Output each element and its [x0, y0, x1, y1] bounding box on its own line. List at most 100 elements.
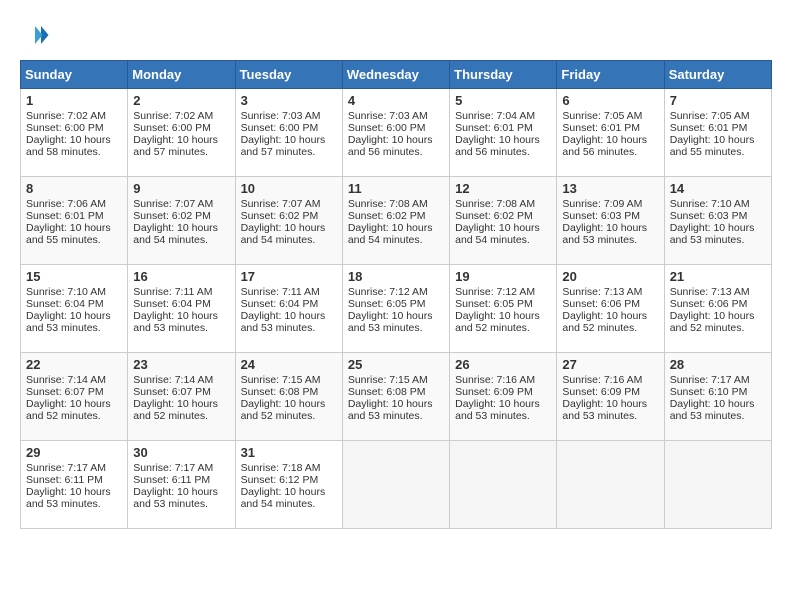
sunset-text: Sunset: 6:07 PM [133, 386, 211, 398]
calendar-cell: 24Sunrise: 7:15 AMSunset: 6:08 PMDayligh… [235, 353, 342, 441]
calendar-cell: 11Sunrise: 7:08 AMSunset: 6:02 PMDayligh… [342, 177, 449, 265]
sunset-text: Sunset: 6:05 PM [455, 298, 533, 310]
calendar-cell: 10Sunrise: 7:07 AMSunset: 6:02 PMDayligh… [235, 177, 342, 265]
sunrise-text: Sunrise: 7:15 AM [241, 374, 321, 386]
day-number: 27 [562, 357, 658, 372]
day-number: 8 [26, 181, 122, 196]
sunrise-text: Sunrise: 7:08 AM [455, 198, 535, 210]
calendar-cell: 5Sunrise: 7:04 AMSunset: 6:01 PMDaylight… [450, 89, 557, 177]
day-number: 12 [455, 181, 551, 196]
daylight-text: Daylight: 10 hours and 53 minutes. [133, 486, 218, 510]
week-row-4: 22Sunrise: 7:14 AMSunset: 6:07 PMDayligh… [21, 353, 772, 441]
sunrise-text: Sunrise: 7:11 AM [133, 286, 212, 298]
sunrise-text: Sunrise: 7:17 AM [133, 462, 213, 474]
day-number: 30 [133, 445, 229, 460]
day-number: 4 [348, 93, 444, 108]
sunset-text: Sunset: 6:11 PM [133, 474, 210, 486]
header-thursday: Thursday [450, 61, 557, 89]
daylight-text: Daylight: 10 hours and 52 minutes. [241, 398, 326, 422]
day-number: 25 [348, 357, 444, 372]
sunrise-text: Sunrise: 7:13 AM [562, 286, 642, 298]
calendar-cell: 31Sunrise: 7:18 AMSunset: 6:12 PMDayligh… [235, 441, 342, 529]
calendar-cell [664, 441, 771, 529]
sunset-text: Sunset: 6:04 PM [26, 298, 104, 310]
calendar-cell: 29 Sunrise: 7:17 AMSunset: 6:11 PMDayligh… [21, 441, 128, 529]
calendar-cell: 13Sunrise: 7:09 AMSunset: 6:03 PMDayligh… [557, 177, 664, 265]
sunset-text: Sunset: 6:06 PM [670, 298, 748, 310]
daylight-text: Daylight: 10 hours and 54 minutes. [455, 222, 540, 246]
daylight-text: Daylight: 10 hours and 54 minutes. [241, 222, 326, 246]
sunrise-text: Sunrise: 7:16 AM [562, 374, 642, 386]
day-number: 18 [348, 269, 444, 284]
header-wednesday: Wednesday [342, 61, 449, 89]
daylight-text: Daylight: 10 hours and 53 minutes. [26, 486, 111, 510]
sunrise-text: Sunrise: 7:02 AM [133, 110, 213, 122]
sunrise-text: Sunrise: 7:08 AM [348, 198, 428, 210]
sunrise-text: Sunrise: 7:17 AM [26, 462, 106, 474]
sunset-text: Sunset: 6:04 PM [241, 298, 319, 310]
calendar-cell: 7Sunrise: 7:05 AMSunset: 6:01 PMDaylight… [664, 89, 771, 177]
calendar-cell: 18Sunrise: 7:12 AMSunset: 6:05 PMDayligh… [342, 265, 449, 353]
sunset-text: Sunset: 6:11 PM [26, 474, 103, 486]
calendar-cell: 27Sunrise: 7:16 AMSunset: 6:09 PMDayligh… [557, 353, 664, 441]
day-number: 23 [133, 357, 229, 372]
day-number: 6 [562, 93, 658, 108]
calendar-cell: 26Sunrise: 7:16 AMSunset: 6:09 PMDayligh… [450, 353, 557, 441]
calendar-cell: 15Sunrise: 7:10 AMSunset: 6:04 PMDayligh… [21, 265, 128, 353]
header-monday: Monday [128, 61, 235, 89]
sunrise-text: Sunrise: 7:13 AM [670, 286, 750, 298]
sunset-text: Sunset: 6:10 PM [670, 386, 748, 398]
daylight-text: Daylight: 10 hours and 55 minutes. [670, 134, 755, 158]
header-friday: Friday [557, 61, 664, 89]
sunrise-text: Sunrise: 7:05 AM [670, 110, 750, 122]
sunrise-text: Sunrise: 7:17 AM [670, 374, 750, 386]
daylight-text: Daylight: 10 hours and 55 minutes. [26, 222, 111, 246]
calendar-cell: 16Sunrise: 7:11 AMSunset: 6:04 PMDayligh… [128, 265, 235, 353]
daylight-text: Daylight: 10 hours and 53 minutes. [348, 310, 433, 334]
calendar-cell: 1Sunrise: 7:02 AMSunset: 6:00 PMDaylight… [21, 89, 128, 177]
sunrise-text: Sunrise: 7:03 AM [348, 110, 428, 122]
day-number: 1 [26, 93, 122, 108]
sunset-text: Sunset: 6:08 PM [348, 386, 426, 398]
sunrise-text: Sunrise: 7:16 AM [455, 374, 535, 386]
day-number: 5 [455, 93, 551, 108]
calendar-cell: 30 Sunrise: 7:17 AMSunset: 6:11 PMDayligh… [128, 441, 235, 529]
week-row-2: 8Sunrise: 7:06 AMSunset: 6:01 PMDaylight… [21, 177, 772, 265]
day-number: 31 [241, 445, 337, 460]
daylight-text: Daylight: 10 hours and 52 minutes. [670, 310, 755, 334]
sunset-text: Sunset: 6:01 PM [670, 122, 748, 134]
sunset-text: Sunset: 6:00 PM [348, 122, 426, 134]
day-number: 21 [670, 269, 766, 284]
sunset-text: Sunset: 6:02 PM [348, 210, 426, 222]
calendar-cell: 17Sunrise: 7:11 AMSunset: 6:04 PMDayligh… [235, 265, 342, 353]
calendar-cell: 8Sunrise: 7:06 AMSunset: 6:01 PMDaylight… [21, 177, 128, 265]
daylight-text: Daylight: 10 hours and 56 minutes. [455, 134, 540, 158]
calendar-cell: 22Sunrise: 7:14 AMSunset: 6:07 PMDayligh… [21, 353, 128, 441]
sunset-text: Sunset: 6:03 PM [562, 210, 640, 222]
sunrise-text: Sunrise: 7:12 AM [348, 286, 428, 298]
sunrise-text: Sunrise: 7:14 AM [133, 374, 213, 386]
sunrise-text: Sunrise: 7:14 AM [26, 374, 106, 386]
sunrise-text: Sunrise: 7:04 AM [455, 110, 535, 122]
calendar-cell: 25Sunrise: 7:15 AMSunset: 6:08 PMDayligh… [342, 353, 449, 441]
sunrise-text: Sunrise: 7:03 AM [241, 110, 321, 122]
sunset-text: Sunset: 6:09 PM [455, 386, 533, 398]
sunset-text: Sunset: 6:01 PM [26, 210, 104, 222]
calendar-cell: 4Sunrise: 7:03 AMSunset: 6:00 PMDaylight… [342, 89, 449, 177]
sunrise-text: Sunrise: 7:11 AM [241, 286, 320, 298]
sunset-text: Sunset: 6:04 PM [133, 298, 211, 310]
day-number: 10 [241, 181, 337, 196]
daylight-text: Daylight: 10 hours and 56 minutes. [562, 134, 647, 158]
week-row-5: 29Sunrise: 7:17 AMSunset: 6:11 PMDayligh… [21, 441, 772, 529]
daylight-text: Daylight: 10 hours and 53 minutes. [562, 222, 647, 246]
calendar-table: SundayMondayTuesdayWednesdayThursdayFrid… [20, 60, 772, 529]
day-number: 28 [670, 357, 766, 372]
sunrise-text: Sunrise: 7:12 AM [455, 286, 535, 298]
sunset-text: Sunset: 6:00 PM [133, 122, 211, 134]
sunset-text: Sunset: 6:01 PM [562, 122, 640, 134]
sunset-text: Sunset: 6:02 PM [455, 210, 533, 222]
header-tuesday: Tuesday [235, 61, 342, 89]
calendar-cell: 9Sunrise: 7:07 AMSunset: 6:02 PMDaylight… [128, 177, 235, 265]
day-number: 29 [26, 445, 122, 460]
day-number: 14 [670, 181, 766, 196]
